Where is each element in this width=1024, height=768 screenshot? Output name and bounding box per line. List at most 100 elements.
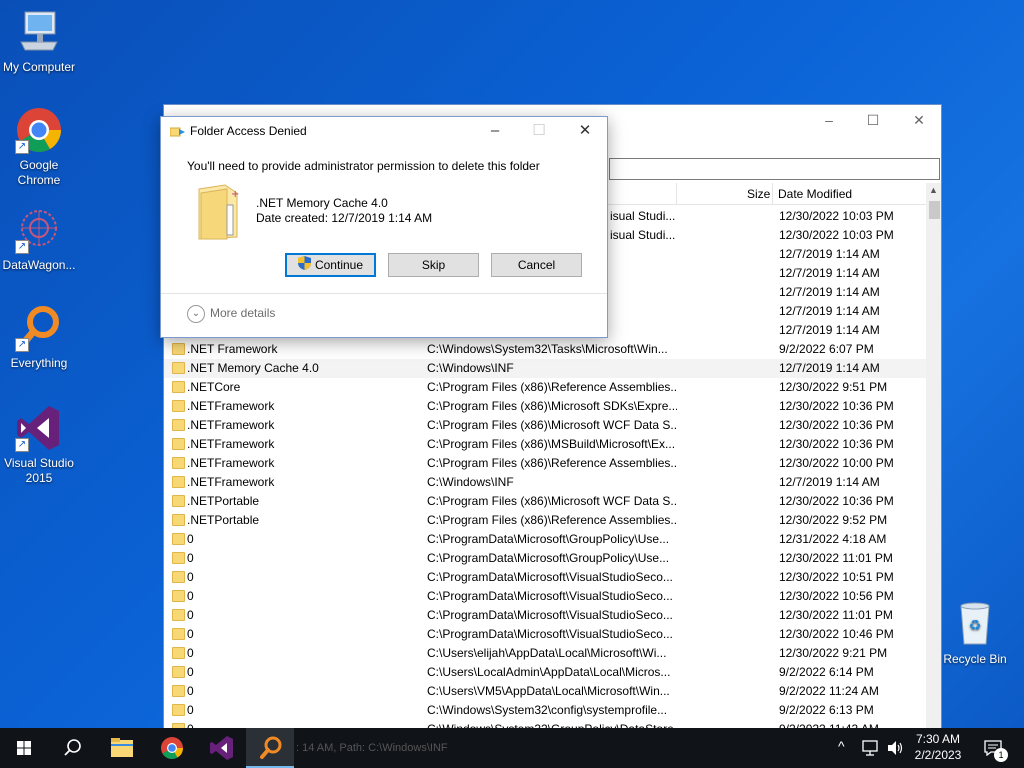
close-button[interactable]: ✕	[904, 111, 934, 129]
desktop-icon-label: My Computer	[2, 60, 76, 74]
everything-icon	[260, 736, 282, 759]
desktop-icon-label: Visual Studio 2015	[4, 456, 74, 485]
maximize-button[interactable]: ☐	[858, 111, 888, 129]
table-row[interactable]: 0 C:\ProgramData\Microsoft\GroupPolicy\Us…	[164, 530, 926, 549]
shortcut-arrow-icon: ↗	[15, 140, 29, 154]
shortcut-arrow-icon: ↗	[15, 438, 29, 452]
folder-icon	[172, 628, 185, 640]
taskbar-everything[interactable]	[246, 728, 294, 768]
datawagon-icon: ↗	[15, 206, 63, 254]
table-row[interactable]: 0 C:\Users\LocalAdmin\AppData\Local\Micro…	[164, 663, 926, 682]
taskbar-file-explorer[interactable]	[98, 728, 146, 768]
search-button[interactable]	[48, 728, 96, 768]
folder-icon	[172, 362, 185, 374]
dialog-message: You'll need to provide administrator per…	[187, 159, 540, 173]
taskbar-chrome[interactable]	[148, 728, 196, 768]
table-row[interactable]: .NETPortable C:\Program Files (x86)\Refer…	[164, 511, 926, 530]
folder-icon	[172, 495, 185, 507]
notification-count-badge: 1	[994, 748, 1008, 762]
dialog-maximize-button: ☐	[532, 122, 546, 139]
table-row[interactable]: .NETFramework C:\Program Files (x86)\Refe…	[164, 454, 926, 473]
chrome-icon	[161, 737, 183, 759]
table-row[interactable]: 0 C:\Windows\System32\config\systemprofil…	[164, 701, 926, 720]
table-row[interactable]: 0 C:\Users\VM5\AppData\Local\Microsoft\Wi…	[164, 682, 926, 701]
desktop-icon-recycle-bin[interactable]: ♻ Recycle Bin	[936, 600, 1014, 667]
desktop-icon-my-computer[interactable]: My Computer	[0, 8, 78, 75]
folder-icon	[172, 571, 185, 583]
desktop-icon-visual-studio[interactable]: ↗ Visual Studio 2015	[0, 404, 78, 486]
table-row[interactable]: 0 C:\ProgramData\Microsoft\VisualStudioSe…	[164, 606, 926, 625]
dialog-title: Folder Access Denied	[190, 124, 307, 138]
table-row[interactable]: .NETFramework C:\Program Files (x86)\MSBu…	[164, 435, 926, 454]
file-explorer-icon	[111, 738, 133, 757]
scroll-thumb[interactable]	[929, 201, 940, 219]
table-row[interactable]: .NETCore C:\Program Files (x86)\Reference…	[164, 378, 926, 397]
desktop-icon-label: Everything	[10, 356, 68, 370]
folder-icon	[172, 666, 185, 678]
taskbar-visual-studio[interactable]	[197, 728, 245, 768]
folder-icon: +	[198, 184, 239, 240]
taskbar: : 14 AM, Path: C:\Windows\INF ^ 7:30 AM …	[0, 728, 1024, 768]
volume-icon[interactable]	[886, 740, 904, 756]
folder-icon	[172, 343, 185, 355]
system-tray: ^	[836, 728, 906, 768]
windows-logo-icon	[17, 741, 31, 755]
everything-status-bar: : 14 AM, Path: C:\Windows\INF	[296, 742, 448, 754]
table-row[interactable]: 0 C:\ProgramData\Microsoft\VisualStudioSe…	[164, 587, 926, 606]
chevron-up-icon[interactable]: ^	[838, 738, 845, 754]
table-row[interactable]: .NETPortable C:\Program Files (x86)\Micro…	[164, 492, 926, 511]
visual-studio-icon	[210, 736, 233, 760]
table-row-selected[interactable]: .NET Memory Cache 4.0 C:\Windows\INF 12/7/…	[164, 359, 926, 378]
folder-icon	[172, 381, 185, 393]
scroll-up-icon[interactable]: ▲	[929, 185, 938, 195]
dialog-close-button[interactable]: ✕	[570, 121, 600, 141]
dialog-minimize-button[interactable]: –	[480, 121, 510, 141]
folder-icon	[172, 476, 185, 488]
table-row[interactable]: 0 C:\ProgramData\Microsoft\VisualStudioSe…	[164, 568, 926, 587]
svg-text:♻: ♻	[969, 618, 982, 634]
table-row[interactable]: 0 C:\Users\elijah\AppData\Local\Microsoft…	[164, 644, 926, 663]
skip-button[interactable]: Skip	[388, 253, 479, 277]
desktop-icon-everything[interactable]: ↗ Everything	[0, 304, 78, 371]
skip-label: Skip	[421, 258, 446, 272]
vertical-scrollbar[interactable]: ▲	[926, 183, 941, 743]
desktop-icon-datawagon[interactable]: ↗ DataWagon...	[0, 206, 78, 273]
column-size[interactable]: Size	[747, 187, 770, 201]
table-row[interactable]: .NETFramework C:\Program Files (x86)\Micr…	[164, 416, 926, 435]
minimize-button[interactable]: –	[814, 111, 844, 129]
table-row[interactable]: 0 C:\ProgramData\Microsoft\VisualStudioSe…	[164, 625, 926, 644]
start-button[interactable]	[0, 728, 48, 768]
folder-icon	[172, 685, 185, 697]
taskbar-clock[interactable]: 7:30 AM 2/2/2023	[903, 731, 973, 763]
table-row[interactable]: .NETFramework C:\Windows\INF 12/7/2019 1:1…	[164, 473, 926, 492]
visual-studio-icon: ↗	[15, 404, 63, 452]
folder-icon	[172, 457, 185, 469]
computer-icon	[15, 8, 63, 56]
search-input[interactable]	[609, 158, 940, 180]
clock-time: 7:30 AM	[915, 732, 961, 746]
column-date-modified[interactable]: Date Modified	[778, 187, 852, 201]
table-row[interactable]: .NET Framework C:\Windows\System32\Tasks\…	[164, 340, 926, 359]
table-row[interactable]: .NETFramework C:\Program Files (x86)\Micr…	[164, 397, 926, 416]
folder-name: .NET Memory Cache 4.0	[256, 196, 388, 210]
desktop-icon-label: DataWagon...	[2, 258, 76, 272]
folder-icon	[172, 647, 185, 659]
action-center-button[interactable]: 1	[976, 728, 1024, 768]
shield-icon	[297, 255, 311, 277]
folder-icon	[172, 400, 185, 412]
more-details-toggle[interactable]: ⌄ More details	[187, 305, 275, 323]
network-icon[interactable]	[862, 740, 880, 756]
cancel-button[interactable]: Cancel	[491, 253, 582, 277]
folder-icon	[172, 609, 185, 621]
folder-access-denied-dialog: Folder Access Denied – ☐ ✕ You'll need t…	[160, 116, 608, 338]
desktop-icon-google-chrome[interactable]: ↗ Google Chrome	[0, 106, 78, 188]
svg-text:+: +	[231, 189, 239, 200]
continue-button[interactable]: Continue	[285, 253, 376, 277]
cancel-label: Cancel	[517, 258, 556, 272]
desktop-icon-label: Google Chrome	[17, 158, 61, 187]
shortcut-arrow-icon: ↗	[15, 338, 29, 352]
table-row[interactable]: 0 C:\ProgramData\Microsoft\GroupPolicy\Us…	[164, 549, 926, 568]
continue-label: Continue	[314, 258, 364, 272]
shortcut-arrow-icon: ↗	[15, 240, 29, 254]
recycle-bin-icon: ♻	[951, 600, 999, 648]
